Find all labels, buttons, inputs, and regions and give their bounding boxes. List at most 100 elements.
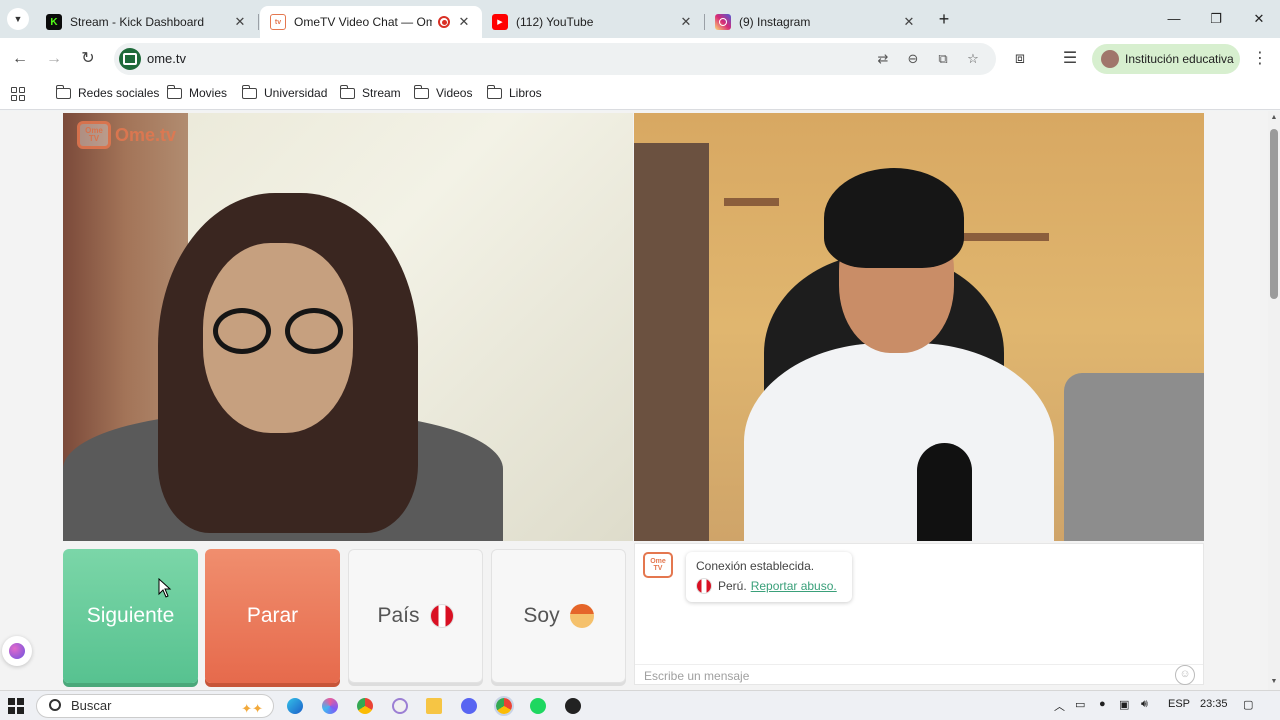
close-icon[interactable]: ✕ <box>901 14 917 30</box>
profile-name: Institución educativa <box>1125 52 1234 66</box>
bookmarks-bar: Redes sociales Movies Universidad Stream… <box>0 80 1280 110</box>
country-button[interactable]: País <box>348 549 483 683</box>
windows-start-icon[interactable] <box>8 698 24 714</box>
new-tab-button[interactable]: + <box>934 9 954 29</box>
next-button[interactable]: Siguiente <box>63 549 198 683</box>
emoji-icon[interactable]: ☺ <box>1175 665 1195 685</box>
tab-title: (112) YouTube <box>516 15 594 29</box>
bookmark-folder[interactable]: Redes sociales <box>55 84 159 100</box>
ometv-logo: Ome TV Ome.tv <box>77 121 176 149</box>
tab-youtube[interactable]: ▶ (112) YouTube ✕ <box>482 6 704 38</box>
translate-icon[interactable]: ⇄ <box>874 50 892 68</box>
gender-button[interactable]: Soy <box>491 549 626 683</box>
background-shelf <box>954 233 1049 241</box>
close-icon[interactable]: ✕ <box>456 14 472 30</box>
browser-toolbar: ← → ↻ ome.tv ⇄ ⊖ ⧉ ☆ ⧈ ☰ Institución edu… <box>0 38 1280 80</box>
notifications-icon[interactable]: ▢ <box>1243 698 1253 711</box>
scroll-down-icon[interactable]: ▼ <box>1270 678 1278 685</box>
tray-overflow-icon[interactable]: ︿ <box>1054 698 1065 714</box>
page-scrollbar[interactable]: ▲ ▼ <box>1268 111 1280 690</box>
tab-separator <box>258 14 259 30</box>
language-indicator[interactable]: ESP <box>1168 698 1190 710</box>
self-body <box>744 343 1054 541</box>
search-icon <box>49 699 61 711</box>
microphone <box>917 443 972 541</box>
bookmark-star-icon[interactable]: ☆ <box>964 50 982 68</box>
bookmark-folder[interactable]: Universidad <box>241 84 328 100</box>
search-label: Buscar <box>71 698 112 713</box>
self-video <box>634 113 1204 541</box>
menu-kebab-icon[interactable]: ⋮ <box>1248 47 1272 71</box>
chrome-active-icon[interactable] <box>494 696 514 716</box>
tab-title: (9) Instagram <box>739 15 811 29</box>
stop-button[interactable]: Parar <box>205 549 340 683</box>
clock[interactable]: 23:35 <box>1200 698 1228 710</box>
site-info-icon[interactable] <box>119 48 141 70</box>
battery-icon[interactable]: ▭ <box>1075 698 1085 711</box>
close-icon[interactable]: ✕ <box>678 14 694 30</box>
close-window-button[interactable]: ✕ <box>1249 9 1269 29</box>
microphone-tray-icon[interactable]: ● <box>1099 698 1106 710</box>
address-bar[interactable]: ome.tv ⇄ ⊖ ⧉ ☆ <box>114 43 996 75</box>
bookmark-label: Stream <box>362 86 401 100</box>
reading-list-icon[interactable]: ☰ <box>1058 47 1082 71</box>
extensions-icon[interactable]: ⧈ <box>1008 47 1032 71</box>
avatar <box>1101 50 1119 68</box>
tab-title: Stream - Kick Dashboard <box>70 15 205 29</box>
reload-button[interactable]: ↻ <box>76 47 100 71</box>
folder-icon <box>413 84 429 99</box>
zoom-icon[interactable]: ⊖ <box>904 50 922 68</box>
cast-icon[interactable]: ⧉ <box>934 50 952 68</box>
next-label: Siguiente <box>86 604 175 627</box>
copilot-icon[interactable] <box>322 698 338 714</box>
kick-icon: K <box>46 14 62 30</box>
windows-taskbar: Buscar ✦✦ ︿ ▭ ● ▣ 🔊︎ ESP 23:35 ▢ <box>0 690 1280 720</box>
tab-instagram[interactable]: (9) Instagram ✕ <box>705 6 927 38</box>
copilot-sparkle-icon: ✦✦ <box>241 701 263 716</box>
scroll-up-icon[interactable]: ▲ <box>1270 114 1278 121</box>
chrome-icon[interactable] <box>357 698 373 714</box>
bookmark-folder[interactable]: Movies <box>166 84 228 100</box>
ometv-icon: tv <box>270 14 286 30</box>
report-abuse-link[interactable]: Reportar abuso. <box>751 579 837 593</box>
stranger-country: Perú. <box>718 579 747 593</box>
discord-icon[interactable] <box>461 698 477 714</box>
profile-button[interactable]: Institución educativa <box>1092 44 1240 74</box>
bookmark-folder[interactable]: Stream <box>339 84 401 100</box>
obs-icon[interactable] <box>565 698 581 714</box>
bookmark-label: Videos <box>436 86 473 100</box>
self-hair <box>824 168 964 268</box>
app-icon[interactable] <box>392 698 408 714</box>
taskbar-search[interactable]: Buscar ✦✦ <box>36 694 274 718</box>
spotify-icon[interactable] <box>530 698 546 714</box>
network-icon[interactable]: ▣ <box>1119 698 1129 711</box>
mouse-cursor-icon <box>158 578 172 598</box>
apps-grid-icon[interactable] <box>11 87 25 101</box>
bookmark-label: Universidad <box>264 86 328 100</box>
forward-button[interactable]: → <box>42 47 66 71</box>
volume-icon[interactable]: 🔊︎ <box>1141 698 1148 711</box>
back-button[interactable]: ← <box>8 47 32 71</box>
url-text: ome.tv <box>147 51 187 66</box>
folder-icon <box>486 84 502 99</box>
edge-icon[interactable] <box>287 698 303 714</box>
tab-search-icon[interactable]: ▼ <box>7 8 29 30</box>
youtube-icon: ▶ <box>492 14 508 30</box>
restore-button[interactable]: ❐ <box>1206 9 1226 29</box>
bookmark-label: Movies <box>189 86 228 100</box>
bookmark-folder[interactable]: Videos <box>413 84 473 100</box>
tab-kick[interactable]: K Stream - Kick Dashboard ✕ <box>36 6 258 38</box>
message-input[interactable]: Escribe un mensaje ☺ <box>635 664 1203 686</box>
gender-label: Soy <box>523 604 560 627</box>
background-bed <box>1064 373 1204 541</box>
file-explorer-icon[interactable] <box>426 698 442 714</box>
scrollbar-thumb[interactable] <box>1270 129 1278 299</box>
connection-status: Conexión establecida. <box>696 559 815 573</box>
bookmark-folder[interactable]: Libros <box>486 84 542 100</box>
folder-icon <box>241 84 257 99</box>
assistant-widget-icon[interactable] <box>2 636 32 666</box>
tab-ometv[interactable]: tv OmeTV Video Chat — Ome ✕ <box>260 6 482 38</box>
minimize-button[interactable]: — <box>1164 9 1184 29</box>
recording-icon <box>438 16 450 28</box>
close-icon[interactable]: ✕ <box>232 14 248 30</box>
